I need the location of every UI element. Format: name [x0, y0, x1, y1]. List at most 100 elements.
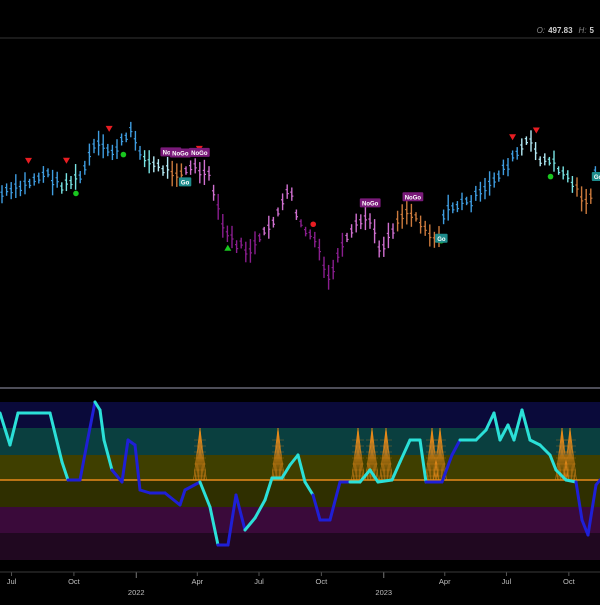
price-bar: [143, 150, 147, 168]
price-bar: [350, 224, 354, 238]
price-bar: [575, 177, 579, 197]
price-bar: [308, 229, 312, 240]
price-bar: [561, 166, 565, 180]
price-bar: [46, 168, 50, 178]
price-bar: [354, 213, 358, 233]
price-bar: [419, 215, 423, 234]
price-bar: [336, 248, 340, 263]
price-bar: [276, 207, 280, 217]
open-label: O:: [536, 26, 546, 35]
oscillator-band: [0, 480, 600, 507]
price-bar: [304, 226, 308, 237]
price-bar: [368, 213, 372, 229]
price-bar: [414, 212, 418, 222]
price-bar: [469, 195, 473, 213]
price-bar: [166, 156, 170, 179]
price-bar: [322, 256, 326, 278]
nogo-label: NoGo: [359, 198, 381, 208]
price-bar: [547, 156, 551, 166]
price-bar: [478, 181, 482, 202]
price-bar: [60, 182, 64, 194]
nogo-label: NoGo: [188, 147, 210, 157]
price-bar: [97, 130, 101, 156]
price-bar: [161, 165, 165, 176]
price-bar: [147, 150, 151, 174]
price-bar: [345, 232, 349, 243]
price-bar: [580, 186, 584, 212]
price-bar: [120, 133, 124, 146]
x-tick-label: Jul: [502, 577, 512, 586]
price-bar: [106, 143, 110, 157]
price-bar: [69, 175, 73, 190]
price-bar: [212, 184, 216, 201]
price-bar: [41, 166, 45, 183]
price-bar: [396, 210, 400, 232]
price-bar: [501, 159, 505, 176]
chart-svg: NoGoNoGoGoNoGoNoGoNoGoGoGo JulOctAprJulO…: [0, 37, 600, 597]
price-bar: [285, 184, 289, 199]
open-value: 497.83: [548, 26, 573, 35]
x-tick-label: Apr: [439, 577, 451, 586]
price-bar: [538, 156, 542, 167]
price-bar: [193, 158, 197, 174]
label-text: NoGo: [405, 195, 422, 201]
price-bar: [129, 121, 133, 138]
price-bar: [423, 220, 427, 236]
price-bar: [446, 194, 450, 221]
price-bar: [386, 222, 390, 249]
price-bar: [524, 136, 528, 145]
price-bar: [428, 224, 432, 247]
nogo-label: NoGo: [402, 192, 424, 202]
price-bar: [51, 169, 55, 196]
price-bar: [455, 201, 459, 213]
price-bar: [92, 138, 96, 154]
price-bar: [225, 225, 229, 243]
sell-dot: [310, 221, 317, 228]
label-text: Go: [437, 237, 446, 243]
price-bar: [474, 185, 478, 201]
price-bar: [239, 237, 243, 249]
price-bar: [221, 213, 225, 238]
price-bar: [359, 214, 363, 230]
price-bar: [529, 130, 533, 152]
go-label: Go: [591, 172, 600, 181]
price-bar: [133, 130, 137, 151]
price-bar: [442, 209, 446, 225]
price-panel: NoGoNoGoGoNoGoNoGoNoGoGoGo: [0, 121, 600, 290]
price-bar: [152, 156, 156, 173]
oscillator-segment: [564, 478, 578, 484]
price-bar: [271, 216, 275, 228]
high-value: 5: [589, 26, 594, 35]
x-tick-label: Oct: [316, 577, 329, 586]
price-bar: [253, 231, 257, 255]
sell-marker: [532, 127, 540, 134]
price-bar: [483, 177, 487, 200]
price-bar: [0, 185, 4, 204]
price-bar: [184, 166, 188, 175]
price-bar: [235, 240, 239, 254]
price-bar: [216, 193, 220, 220]
price-bar: [451, 202, 455, 214]
price-bar: [340, 232, 344, 257]
price-bar: [331, 259, 335, 280]
price-bar: [566, 170, 570, 183]
price-bar: [207, 166, 211, 181]
x-tick-label: Jul: [254, 577, 264, 586]
price-bar: [299, 219, 303, 228]
price-bar: [534, 142, 538, 161]
chart-area: O:497.83H:5 NoGoNoGoGoNoGoNoGoNoGoGoGo J…: [0, 0, 600, 600]
sell-marker: [105, 125, 113, 132]
price-bar: [391, 223, 395, 239]
go-label: Go: [435, 233, 448, 243]
price-bar: [552, 150, 556, 172]
price-bar: [409, 203, 413, 227]
label-text: NoGo: [362, 201, 379, 207]
price-bar: [230, 225, 234, 249]
nogo-label: NoGo: [169, 148, 191, 158]
price-bar: [589, 188, 593, 204]
ohlc-readout: O: 497.83 H: 5: [537, 26, 600, 35]
oscillator-panel: [0, 400, 600, 560]
x-tick-label: Jul: [7, 577, 17, 586]
price-bar: [175, 163, 179, 187]
price-bar: [557, 166, 561, 175]
